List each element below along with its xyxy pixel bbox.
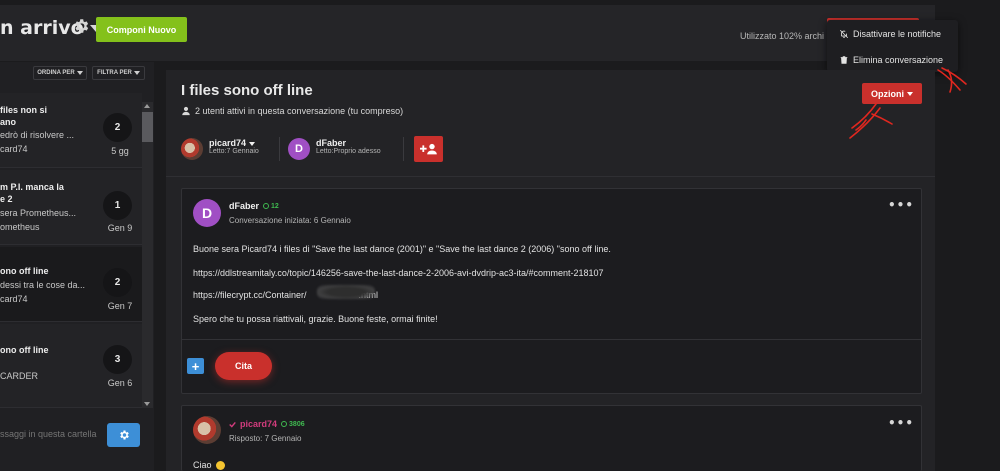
add-user-icon bbox=[419, 143, 437, 155]
conversation-title-line: m P.I. manca la bbox=[0, 182, 64, 192]
post-body-line: Spero che tu possa riattivali, grazie. B… bbox=[193, 314, 438, 324]
redaction-scribble bbox=[317, 285, 375, 299]
caret-down-icon bbox=[907, 91, 913, 96]
gear-icon[interactable] bbox=[72, 17, 90, 35]
options-dropdown-menu: Disattivare le notifiche Elimina convers… bbox=[827, 20, 958, 72]
divider bbox=[279, 137, 280, 161]
reputation-icon bbox=[281, 421, 288, 427]
more-actions-icon[interactable]: ••• bbox=[888, 198, 914, 212]
delete-conversation-label: Elimina conversazione bbox=[853, 55, 944, 65]
post-link[interactable]: https://ddlstreamitaly.co/topic/146256-s… bbox=[193, 268, 604, 278]
quote-button[interactable]: Cita bbox=[215, 352, 272, 380]
reputation-value: 12 bbox=[271, 202, 279, 210]
checkmark-icon bbox=[229, 421, 236, 428]
header-divider bbox=[166, 176, 935, 177]
participant-read-status: Letto:Proprio adesso bbox=[316, 148, 381, 155]
post-footer-divider bbox=[181, 339, 922, 340]
scroll-down-arrow-icon[interactable] bbox=[144, 402, 150, 406]
conversation-title-line: e 2 bbox=[0, 194, 13, 204]
conversation-date: 5 gg bbox=[111, 146, 129, 156]
conversation-date: Gen 6 bbox=[107, 378, 133, 388]
options-button[interactable]: Opzioni bbox=[862, 83, 922, 104]
post-body-line: Ciao bbox=[193, 460, 226, 471]
conversation-snippet: dessi tra le cose da... bbox=[0, 280, 86, 290]
participant-name-picard74: picard74 bbox=[209, 138, 259, 148]
add-participant-button[interactable] bbox=[414, 136, 443, 162]
caret-down-icon bbox=[76, 71, 83, 75]
reputation-badge: 3806 bbox=[281, 421, 305, 428]
caret-down-icon bbox=[248, 142, 255, 146]
post-author-line: picard74 3806 bbox=[229, 419, 305, 429]
participant-name-dfaber: dFaber bbox=[316, 138, 347, 148]
post-body-line: Buone sera Picard74 i files di "Save the… bbox=[193, 244, 611, 254]
conversation-title-line: ano bbox=[0, 117, 17, 127]
scroll-up-arrow-icon[interactable] bbox=[144, 104, 150, 108]
conversation-item[interactable]: ono off line CARDER 3 Gen 6 bbox=[0, 324, 142, 408]
post-greeting: Ciao bbox=[193, 460, 212, 470]
active-users-line: 2 utenti attivi in questa conversazione … bbox=[181, 106, 403, 116]
annotation-stroke bbox=[947, 69, 953, 93]
filter-by-button[interactable]: FILTRA PER bbox=[92, 66, 145, 80]
reply-count-badge: 3 bbox=[103, 345, 132, 374]
conversation-item[interactable]: m P.I. manca la e 2 sera Prometheus... o… bbox=[0, 170, 142, 245]
conversation-item[interactable]: files non si ano edrò di risolvere ... c… bbox=[0, 93, 142, 168]
reply-count-badge: 2 bbox=[103, 113, 132, 142]
conversation-author: CARDER bbox=[0, 371, 39, 381]
mute-notifications-label: Disattivare le notifiche bbox=[853, 29, 942, 39]
compose-new-button[interactable]: Componi Nuovo bbox=[96, 17, 187, 42]
participant-avatar[interactable]: D bbox=[288, 138, 310, 160]
participant-picard74[interactable]: picard74 Letto:7 Gennaio bbox=[209, 138, 259, 155]
conversation-title-line: ono off line bbox=[0, 266, 49, 276]
user-icon bbox=[182, 106, 190, 116]
search-input[interactable] bbox=[0, 420, 100, 448]
post-author-avatar[interactable] bbox=[193, 416, 221, 444]
annotation-stroke bbox=[937, 69, 961, 91]
smiley-emoji-icon bbox=[216, 461, 226, 471]
conversation-title-line: ono off line bbox=[0, 345, 49, 355]
participant-avatar[interactable] bbox=[181, 138, 203, 160]
search-settings-button[interactable] bbox=[107, 423, 140, 447]
mute-notifications-item[interactable]: Disattivare le notifiche bbox=[827, 22, 958, 46]
filter-by-label: FILTRA PER bbox=[97, 70, 132, 76]
sort-by-button[interactable]: ORDINA PER bbox=[33, 66, 87, 80]
gear-icon bbox=[119, 430, 129, 440]
reply-count-badge: 2 bbox=[103, 268, 132, 297]
conversation-item-active[interactable]: ono off line dessi tra le cose da... car… bbox=[0, 247, 142, 322]
post-author-line: dFaber 12 bbox=[229, 201, 279, 211]
more-actions-icon[interactable]: ••• bbox=[888, 416, 914, 430]
sidebar-scrollbar[interactable] bbox=[142, 102, 153, 408]
participant-dfaber[interactable]: dFaber Letto:Proprio adesso bbox=[316, 138, 381, 155]
conversation-title-line: files non si bbox=[0, 105, 48, 115]
participant-read-status: Letto:7 Gennaio bbox=[209, 148, 259, 155]
post-link-prefix: https://filecrypt.cc/Container/ bbox=[193, 290, 307, 300]
conversation-author: card74 bbox=[0, 294, 28, 304]
divider bbox=[403, 137, 404, 161]
post-meta: Risposto: 7 Gennaio bbox=[229, 434, 302, 443]
options-label: Opzioni bbox=[871, 88, 904, 99]
conversation-author: ometheus bbox=[0, 222, 40, 232]
bell-off-icon bbox=[839, 29, 849, 39]
reputation-value: 3806 bbox=[289, 420, 305, 428]
conversation-date: Gen 9 bbox=[107, 223, 133, 233]
reply-count-badge: 1 bbox=[103, 191, 132, 220]
sort-by-label: ORDINA PER bbox=[37, 70, 75, 76]
post-meta: Conversazione iniziata: 6 Gennaio bbox=[229, 216, 351, 225]
reputation-icon bbox=[263, 203, 270, 209]
delete-conversation-item[interactable]: Elimina conversazione bbox=[827, 48, 958, 72]
scrollbar-thumb[interactable] bbox=[142, 112, 153, 142]
conversation-snippet: sera Prometheus... bbox=[0, 208, 77, 218]
conversation-snippet: edrò di risolvere ... bbox=[0, 130, 75, 140]
conversation-author: card74 bbox=[0, 144, 28, 154]
post-author-name[interactable]: picard74 bbox=[240, 419, 277, 429]
reputation-badge: 12 bbox=[263, 203, 279, 210]
conversation-date: Gen 7 bbox=[107, 301, 133, 311]
active-users-text: 2 utenti attivi in questa conversazione … bbox=[195, 106, 404, 116]
multiquote-button[interactable]: + bbox=[187, 358, 204, 374]
post-author-avatar[interactable]: D bbox=[193, 199, 221, 227]
post-author-name[interactable]: dFaber bbox=[229, 201, 259, 211]
trash-icon bbox=[840, 56, 848, 64]
storage-usage-text: Utilizzato 102% archi bbox=[740, 31, 825, 41]
conversation-title: I files sono off line bbox=[181, 82, 313, 99]
caret-down-icon bbox=[133, 71, 140, 75]
